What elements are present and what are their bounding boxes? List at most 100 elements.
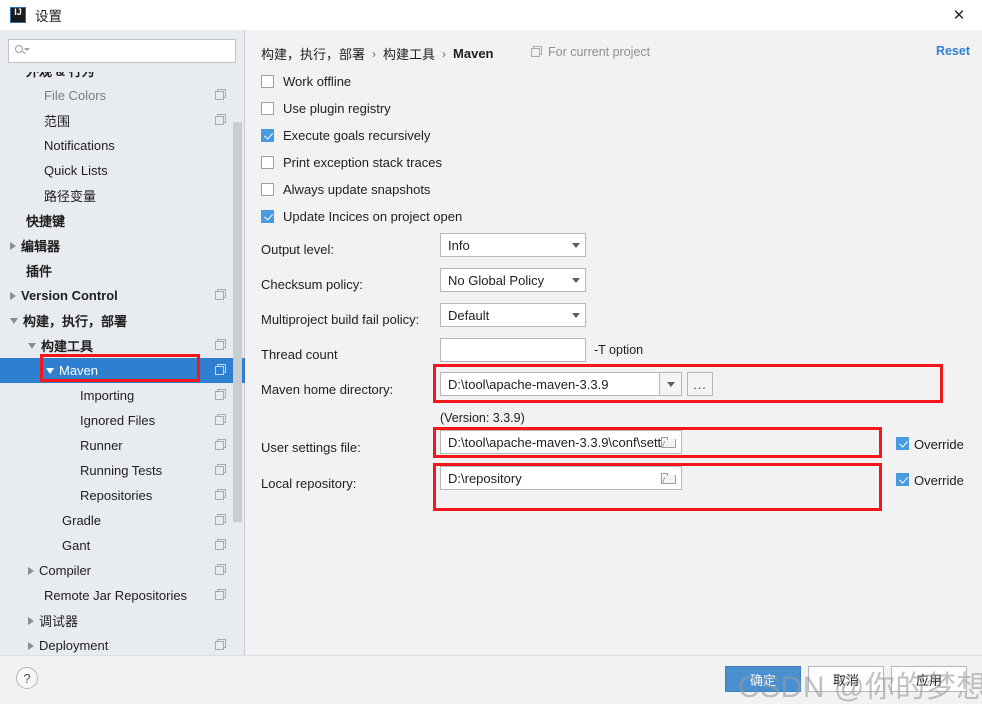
sidebar-item-maven[interactable]: Maven [0, 358, 245, 383]
checkbox-update-indices-on-project-open[interactable] [261, 209, 274, 223]
local-repository-value: D:\repository [448, 470, 522, 486]
sidebar-item-label: Gradle [62, 513, 102, 528]
sidebar-item-范围[interactable]: 范围 [0, 108, 245, 133]
multiproject-policy-value: Default [448, 307, 490, 323]
copy-to-project-icon[interactable] [215, 339, 227, 351]
sidebar-item-label: Runner [80, 438, 123, 453]
chevron-right-icon[interactable] [28, 641, 34, 650]
reset-link[interactable]: Reset [936, 44, 970, 58]
sidebar-item-gradle[interactable]: Gradle [0, 508, 245, 533]
checkbox-row-use-plugin-registry[interactable]: Use plugin registry [261, 99, 391, 117]
checkbox-row-always-update-snapshots[interactable]: Always update snapshots [261, 180, 430, 198]
sidebar-item-file-colors[interactable]: File Colors [0, 83, 245, 108]
chevron-right-icon[interactable] [28, 566, 34, 575]
sidebar-item-importing[interactable]: Importing [0, 383, 245, 408]
breadcrumb-item-0[interactable]: 构建，执行，部署 [261, 44, 365, 63]
close-icon[interactable]: ✕ [936, 0, 982, 30]
cancel-button[interactable]: 取消 [808, 666, 884, 692]
output-level-value: Info [448, 237, 470, 253]
copy-to-project-icon[interactable] [215, 289, 227, 301]
user-settings-file-label: User settings file: [261, 439, 361, 455]
chevron-right-icon[interactable] [28, 616, 34, 625]
sidebar-item-插件[interactable]: 插件 [0, 258, 245, 283]
sidebar-item-repositories[interactable]: Repositories [0, 483, 245, 508]
search-box[interactable] [8, 39, 236, 63]
sidebar-item-remote-jar-repositories[interactable]: Remote Jar Repositories [0, 583, 245, 608]
sidebar-item-label: 快捷键 [26, 214, 66, 229]
chevron-down-icon[interactable] [46, 367, 54, 374]
sidebar-item-deployment[interactable]: Deployment [0, 633, 245, 655]
checkbox-execute-goals-recursively[interactable] [261, 128, 274, 142]
thread-count-input[interactable] [440, 338, 586, 362]
sidebar-item-编辑器[interactable]: 编辑器 [0, 233, 245, 258]
sidebar-item-外观-行为[interactable]: 外观 & 行为 [0, 72, 245, 83]
copy-to-project-icon[interactable] [215, 489, 227, 501]
copy-to-project-icon[interactable] [215, 89, 227, 101]
chevron-down-icon[interactable] [659, 373, 681, 395]
local-repository-input[interactable]: D:\repository [440, 466, 682, 490]
multiproject-policy-select[interactable]: Default [440, 303, 586, 327]
sidebar-item-调试器[interactable]: 调试器 [0, 608, 245, 633]
sidebar-item-notifications[interactable]: Notifications [0, 133, 245, 158]
sidebar-item-running-tests[interactable]: Running Tests [0, 458, 245, 483]
checkbox-print-exception-stack-traces[interactable] [261, 155, 274, 169]
copy-to-project-icon[interactable] [215, 514, 227, 526]
copy-to-project-icon[interactable] [215, 364, 227, 376]
maven-home-browse-button[interactable]: ... [687, 372, 713, 396]
checkbox-row-update-indices-on-project-open[interactable]: Update Incices on project open [261, 207, 462, 225]
breadcrumb-item-1[interactable]: 构建工具 [383, 44, 435, 63]
checkbox-row-work-offline[interactable]: Work offline [261, 72, 351, 90]
checksum-policy-select[interactable]: No Global Policy [440, 268, 586, 292]
sidebar-scrollbar[interactable] [233, 90, 243, 590]
scrollbar-thumb[interactable] [233, 122, 242, 522]
copy-to-project-icon[interactable] [215, 389, 227, 401]
copy-to-project-icon[interactable] [215, 439, 227, 451]
ok-button[interactable]: 确定 [725, 666, 801, 692]
chevron-down-icon[interactable] [28, 342, 36, 349]
copy-to-project-icon[interactable] [215, 114, 227, 126]
chevron-down-icon[interactable] [567, 269, 585, 291]
copy-to-project-icon[interactable] [215, 564, 227, 576]
sidebar-item-version-control[interactable]: Version Control [0, 283, 245, 308]
sidebar-item-ignored-files[interactable]: Ignored Files [0, 408, 245, 433]
checkbox-local-repository-override[interactable] [896, 473, 909, 486]
sidebar-item-构建工具[interactable]: 构建工具 [0, 333, 245, 358]
checkbox-always-update-snapshots[interactable] [261, 182, 274, 196]
folder-icon[interactable] [661, 436, 679, 448]
copy-to-project-icon[interactable] [215, 539, 227, 551]
folder-icon[interactable] [661, 472, 679, 484]
sidebar-item-快捷键[interactable]: 快捷键 [0, 208, 245, 233]
copy-to-project-icon[interactable] [215, 589, 227, 601]
sidebar-item-label: Quick Lists [44, 163, 108, 178]
sidebar-item-runner[interactable]: Runner [0, 433, 245, 458]
help-button[interactable]: ? [16, 667, 38, 689]
chevron-right-icon[interactable] [10, 291, 16, 300]
chevron-right-icon[interactable] [10, 241, 16, 250]
copy-to-project-icon[interactable] [215, 464, 227, 476]
checkbox-work-offline[interactable] [261, 74, 274, 88]
apply-button[interactable]: 应用 [891, 666, 967, 692]
user-settings-file-input[interactable]: D:\tool\apache-maven-3.3.9\conf\settings… [440, 430, 682, 454]
checkbox-row-print-exception-stack-traces[interactable]: Print exception stack traces [261, 153, 442, 171]
sidebar-item-label: Ignored Files [80, 413, 156, 428]
sidebar-item-label: 范围 [44, 114, 71, 129]
breadcrumb-separator: › [372, 46, 377, 61]
chevron-down-icon[interactable] [10, 317, 18, 324]
copy-to-project-icon[interactable] [215, 414, 227, 426]
checkbox-use-plugin-registry[interactable] [261, 101, 274, 115]
for-current-project-text: For current project [548, 45, 651, 59]
chevron-down-icon[interactable] [567, 304, 585, 326]
sidebar-item-label: 路径变量 [44, 189, 97, 204]
sidebar-item-构建-执行-部署[interactable]: 构建，执行，部署 [0, 308, 245, 333]
chevron-down-icon[interactable] [567, 234, 585, 256]
sidebar-item-路径变量[interactable]: 路径变量 [0, 183, 245, 208]
checkbox-user-settings-override[interactable] [896, 437, 909, 450]
copy-to-project-icon[interactable] [215, 639, 227, 651]
sidebar-item-gant[interactable]: Gant [0, 533, 245, 558]
maven-home-select[interactable]: D:\tool\apache-maven-3.3.9 [440, 372, 682, 396]
sidebar-item-quick-lists[interactable]: Quick Lists [0, 158, 245, 183]
search-input[interactable] [28, 41, 230, 61]
output-level-select[interactable]: Info [440, 233, 586, 257]
checkbox-row-execute-goals-recursively[interactable]: Execute goals recursively [261, 126, 430, 144]
sidebar-item-compiler[interactable]: Compiler [0, 558, 245, 583]
